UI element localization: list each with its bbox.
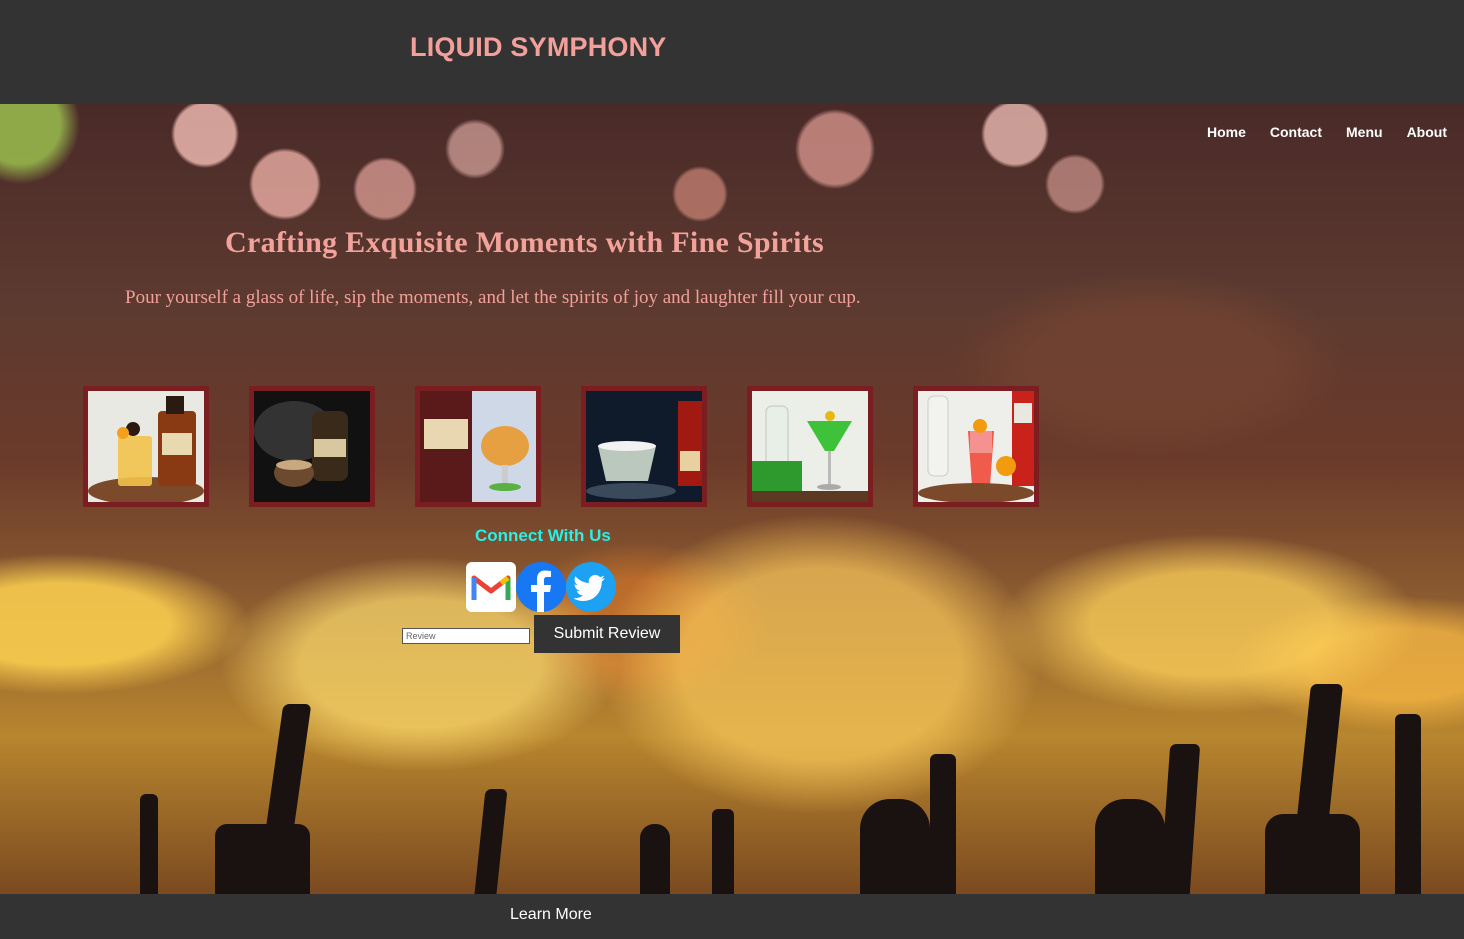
review-input[interactable] [402,628,530,644]
pourer-cap [860,799,930,894]
drambuie-glass-photo[interactable] [415,386,541,507]
nav-about[interactable]: About [1407,124,1447,140]
pourer-spout [930,754,956,894]
site-title: LIQUID SYMPHONY [410,32,667,62]
pourer-spout [140,794,158,894]
pourer-cap [1095,799,1165,894]
connect-heading: Connect With Us [475,526,611,545]
pourer-spout [712,809,734,894]
pourer-spout [474,789,508,894]
nav-home[interactable]: Home [1207,124,1246,140]
submit-review-button[interactable]: Submit Review [534,615,680,653]
nav-menu[interactable]: Menu [1346,124,1383,140]
site-header: LIQUID SYMPHONY [0,0,1464,104]
learn-more-link[interactable]: Learn More [510,906,592,924]
cocktail-gallery [83,386,1043,508]
amaretto-cocktail-photo[interactable] [83,386,209,507]
pourer-cap [640,824,670,894]
pourer-spout [1159,744,1201,894]
midori-cocktail-photo[interactable] [747,386,873,507]
nav-contact[interactable]: Contact [1270,124,1322,140]
grand-marnier-margarita-photo[interactable] [581,386,707,507]
hero-headline: Crafting Exquisite Moments with Fine Spi… [225,226,825,259]
pourer-cap [1265,814,1360,894]
gmail-icon[interactable] [466,562,516,612]
hero-tagline: Pour yourself a glass of life, sip the m… [125,287,861,308]
pourer-cap [215,824,310,894]
facebook-icon[interactable] [516,562,566,612]
pourer-spout [1395,714,1421,894]
main-nav: Home Contact Menu About [1207,124,1447,140]
twitter-icon[interactable] [566,562,616,612]
campari-cocktail-photo[interactable] [913,386,1039,507]
baileys-coffee-photo[interactable] [249,386,375,507]
site-footer: Learn More [0,894,1464,939]
